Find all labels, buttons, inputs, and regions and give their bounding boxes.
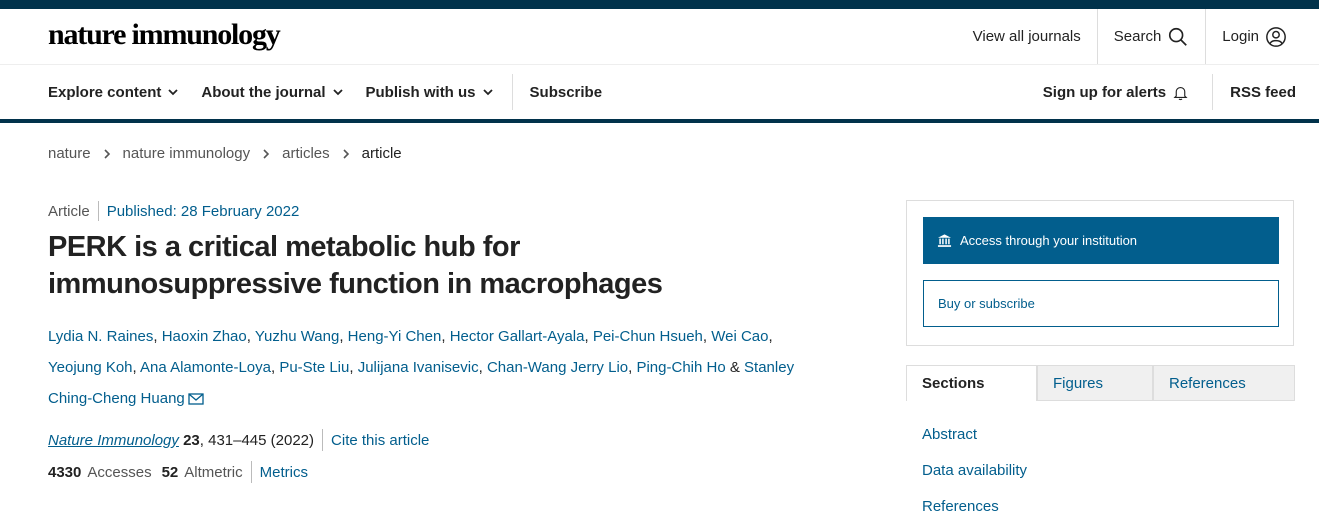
published-date-link[interactable]: Published: 28 February 2022 [107, 203, 300, 220]
user-icon [1266, 26, 1286, 47]
access-institution-button[interactable]: Access through your institution [923, 217, 1279, 264]
sidebar-tabs: Sections Figures References [906, 365, 1295, 401]
article-type: Article [48, 202, 90, 220]
nav-left: Explore content About the journal Publis… [48, 65, 624, 119]
login-label: Login [1222, 28, 1259, 45]
nav-right: Sign up for alerts RSS feed [1043, 65, 1319, 119]
author-separator: , [339, 328, 348, 345]
access-options-box: Access through your institution Buy or s… [906, 200, 1294, 346]
search-button[interactable]: Search [1096, 9, 1206, 64]
author-link[interactable]: Pu-Ste Liu [279, 359, 349, 376]
email-icon[interactable] [188, 392, 204, 406]
author-separator: , [441, 328, 450, 345]
nav-explore-content[interactable]: Explore content [48, 84, 179, 101]
article-metrics: 4330 Accesses 52 Altmetric Metrics [48, 461, 308, 483]
author-separator: , [132, 359, 141, 376]
breadcrumb-articles[interactable]: articles [282, 145, 330, 162]
sign-up-alerts-link[interactable]: Sign up for alerts [1043, 84, 1212, 101]
author-link[interactable]: Chan-Wang Jerry Lio [487, 359, 628, 376]
breadcrumb-current: article [361, 145, 402, 162]
author-link[interactable]: Hector Gallart-Ayala [450, 328, 585, 345]
author-link[interactable]: Ping-Chih Ho [636, 359, 725, 376]
login-button[interactable]: Login [1205, 9, 1303, 64]
alerts-label: Sign up for alerts [1042, 83, 1167, 101]
nav-publish-label: Publish with us [365, 83, 476, 101]
author-link[interactable]: Pei-Chun Hsueh [593, 328, 703, 345]
author-separator: , [702, 328, 712, 345]
search-label: Search [1113, 28, 1162, 45]
section-link-abstract[interactable]: Abstract [922, 417, 1027, 453]
volume-number: 23 [183, 431, 200, 449]
nav-about-journal[interactable]: About the journal [201, 84, 343, 101]
tab-figures[interactable]: Figures [1037, 365, 1153, 401]
search-icon [1169, 27, 1188, 46]
altmetric-score: 52 [161, 463, 179, 481]
section-link-references[interactable]: References [922, 489, 1027, 525]
author-separator: , [478, 359, 487, 376]
view-all-journals-link[interactable]: View all journals [957, 9, 1097, 64]
top-accent-bar [0, 0, 1319, 9]
page-range: , 431–445 (2022) [199, 431, 315, 449]
chevron-down-icon [482, 89, 493, 96]
site-header: nature immunology View all journals Sear… [0, 9, 1319, 65]
author-separator: , [153, 328, 162, 345]
article-title: PERK is a critical metabolic hub for imm… [48, 231, 663, 300]
cite-this-article-link[interactable]: Cite this article [331, 432, 429, 449]
author-link[interactable]: Yuzhu Wang [255, 328, 340, 345]
breadcrumb-nature[interactable]: nature [48, 145, 91, 162]
journal-name-link[interactable]: Nature Immunology [48, 432, 179, 449]
author-link[interactable]: Wei Cao [711, 328, 768, 345]
sections-list: Abstract Data availability References [922, 417, 1027, 525]
rss-feed-link[interactable]: RSS feed [1212, 74, 1319, 110]
author-link[interactable]: Haoxin Zhao [162, 328, 247, 345]
author-separator: , [246, 328, 255, 345]
author-link[interactable]: Ana Alamonte-Loya [140, 359, 271, 376]
author-link[interactable]: Yeojung Koh [48, 359, 133, 376]
breadcrumb-nature-immunology[interactable]: nature immunology [123, 145, 251, 162]
main-nav: Explore content About the journal Publis… [0, 65, 1319, 123]
journal-logo[interactable]: nature immunology [48, 18, 281, 52]
chevron-down-icon [168, 89, 178, 96]
view-all-journals-label: View all journals [972, 28, 1081, 45]
nav-explore-label: Explore content [48, 83, 162, 101]
altmetric-label: Altmetric [184, 463, 243, 481]
breadcrumb: nature nature immunology articles articl… [48, 145, 402, 162]
buy-or-subscribe-button[interactable]: Buy or subscribe [923, 280, 1279, 327]
tab-sections[interactable]: Sections [906, 365, 1037, 401]
meta-divider [97, 201, 99, 221]
citation-line: Nature Immunology 23 , 431–445 (2022) Ci… [48, 429, 429, 451]
metrics-divider [250, 461, 252, 483]
chevron-right-icon [103, 148, 110, 159]
author-separator: , [584, 328, 593, 345]
citation-divider [322, 429, 324, 451]
nav-subscribe-label: Subscribe [529, 83, 603, 101]
metrics-link[interactable]: Metrics [260, 464, 308, 481]
author-list: Lydia N. Raines, Haoxin Zhao, Yuzhu Wang… [48, 321, 808, 414]
rss-label: RSS feed [1230, 83, 1296, 101]
bell-icon [1173, 86, 1188, 100]
accesses-count: 4330 [48, 463, 82, 481]
chevron-right-icon [263, 148, 270, 159]
access-institution-label: Access through your institution [960, 233, 1138, 248]
section-link-data-availability[interactable]: Data availability [922, 453, 1027, 489]
author-separator: , [768, 328, 773, 345]
header-actions: View all journals Search Login [957, 9, 1303, 64]
nav-about-label: About the journal [201, 83, 326, 101]
nav-divider [511, 74, 513, 110]
author-separator: , [349, 359, 358, 376]
chevron-down-icon [332, 89, 343, 96]
article-meta: Article Published: 28 February 2022 [48, 201, 299, 221]
tab-references[interactable]: References [1153, 365, 1295, 401]
author-link[interactable]: Julijana Ivanisevic [358, 359, 479, 376]
buy-or-subscribe-label: Buy or subscribe [938, 296, 1035, 311]
author-link[interactable]: Heng-Yi Chen [348, 328, 442, 345]
accesses-label: Accesses [87, 463, 152, 481]
institution-icon [937, 234, 952, 247]
nav-publish-with-us[interactable]: Publish with us [366, 84, 494, 101]
chevron-right-icon [343, 148, 349, 159]
nav-subscribe[interactable]: Subscribe [530, 84, 603, 101]
author-link[interactable]: Lydia N. Raines [48, 328, 153, 345]
author-and: & [725, 359, 745, 376]
